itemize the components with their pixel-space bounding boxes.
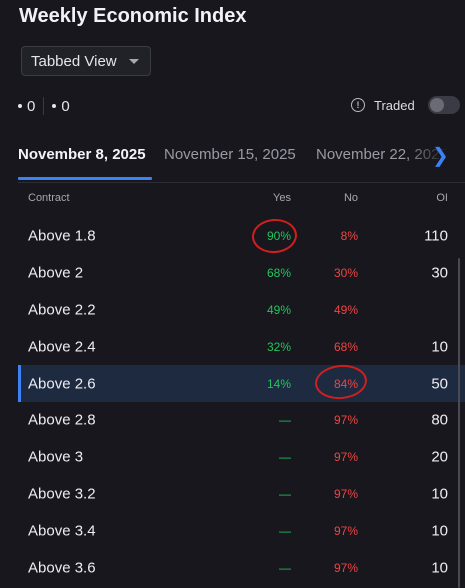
no-price-cell: 97% (333, 560, 358, 575)
traded-toggle[interactable] (427, 96, 460, 114)
counter-2: 0 (52, 97, 70, 115)
table-row[interactable]: Above 3.2 — 97% 10 (18, 476, 465, 513)
table-row[interactable]: Above 2.2 49% 49% (18, 292, 465, 329)
table-row[interactable]: Above 2.8 — 97% 80 (18, 402, 465, 439)
yes-price-cell: — (279, 560, 291, 575)
table-row[interactable]: Above 1.8 90% 8% 110 (18, 218, 465, 255)
no-price-cell: 97% (333, 413, 358, 428)
header-oi: OI (436, 192, 448, 204)
contract-cell: Above 2.2 (28, 301, 96, 319)
bullet-icon (18, 104, 22, 108)
header-contract: Contract (28, 192, 70, 204)
no-price-cell: 49% (333, 302, 358, 317)
table-row[interactable]: Above 2.4 32% 68% 10 (18, 328, 465, 365)
contract-cell: Above 3.4 (28, 522, 96, 540)
divider (43, 97, 45, 115)
yes-price-cell: 49% (266, 302, 291, 317)
view-select-value: Tabbed View (31, 52, 117, 70)
contract-cell: Above 2 (28, 264, 84, 282)
yes-price-cell: — (279, 413, 291, 428)
yes-price-cell: — (279, 486, 291, 501)
open-interest-cell: 10 (431, 559, 448, 577)
contract-cell: Above 3.6 (28, 559, 96, 577)
contract-cell: Above 3.2 (28, 485, 96, 503)
table-row[interactable]: Above 3.6 — 97% 10 (18, 549, 465, 586)
page-title: Weekly Economic Index (19, 5, 247, 27)
table-row[interactable]: Above 2 68% 30% 30 (18, 255, 465, 292)
tab-november-8[interactable]: November 8, 2025 (18, 146, 146, 163)
header-yes: Yes (273, 192, 291, 204)
contract-cell: Above 2.8 (28, 411, 96, 429)
no-price-cell: 68% (333, 339, 358, 354)
chevron-right-icon[interactable]: ❯ (432, 146, 449, 166)
traded-filter: ! Traded (351, 96, 460, 114)
open-interest-cell: 10 (431, 338, 448, 356)
tab-november-15[interactable]: November 15, 2025 (164, 146, 296, 163)
open-interest-cell: 20 (431, 448, 448, 466)
yes-price-cell: 68% (266, 266, 291, 281)
no-price-cell: 30% (333, 266, 358, 281)
counter-1-value: 0 (27, 97, 36, 115)
open-interest-cell: 30 (431, 264, 448, 282)
chevron-down-icon (129, 59, 139, 64)
yes-price-cell: 32% (266, 339, 291, 354)
open-interest-cell: 110 (424, 227, 448, 245)
header-no: No (343, 192, 358, 204)
toggle-knob (429, 98, 444, 112)
counter-2-value: 0 (61, 97, 70, 115)
contract-cell: Above 2.4 (28, 338, 96, 356)
open-interest-cell: 50 (431, 375, 448, 393)
table-row[interactable]: Above 2.6 14% 84% 50 (18, 365, 465, 402)
open-interest-cell: 10 (431, 485, 448, 503)
contract-cell: Above 3 (28, 448, 84, 466)
date-tabs: November 8, 2025 November 15, 2025 Novem… (0, 140, 465, 182)
table-row[interactable]: Above 3.4 — 97% 10 (18, 512, 465, 549)
yes-price-cell: — (279, 450, 291, 465)
no-price-cell: 8% (340, 229, 358, 244)
market-page: Weekly Economic Index Tabbed View 0 0 ! … (0, 0, 465, 588)
no-price-cell: 97% (333, 523, 358, 538)
traded-label: Traded (374, 97, 415, 113)
open-interest-cell: 10 (431, 522, 448, 540)
active-tab-indicator (18, 177, 152, 180)
counters: 0 0 (18, 97, 70, 115)
yes-price-cell: 14% (266, 376, 291, 391)
table-header: Contract Yes No OI (18, 182, 465, 213)
view-select-dropdown[interactable]: Tabbed View (21, 46, 151, 76)
bullet-icon (52, 104, 57, 108)
info-icon[interactable]: ! (351, 98, 365, 112)
scrollbar[interactable] (458, 258, 460, 588)
contracts-table: Above 1.8 90% 8% 110 Above 2 68% 30% 30 Above 2.… (18, 218, 465, 586)
counter-1: 0 (18, 98, 35, 115)
table-row[interactable]: Above 3 — 97% 20 (18, 439, 465, 476)
contract-cell: Above 1.8 (28, 227, 96, 245)
no-price-cell: 97% (333, 450, 358, 465)
yes-price-cell: — (279, 523, 291, 538)
open-interest-cell: 80 (431, 411, 448, 429)
contract-cell: Above 2.6 (28, 375, 96, 393)
no-price-cell: 97% (333, 486, 358, 501)
